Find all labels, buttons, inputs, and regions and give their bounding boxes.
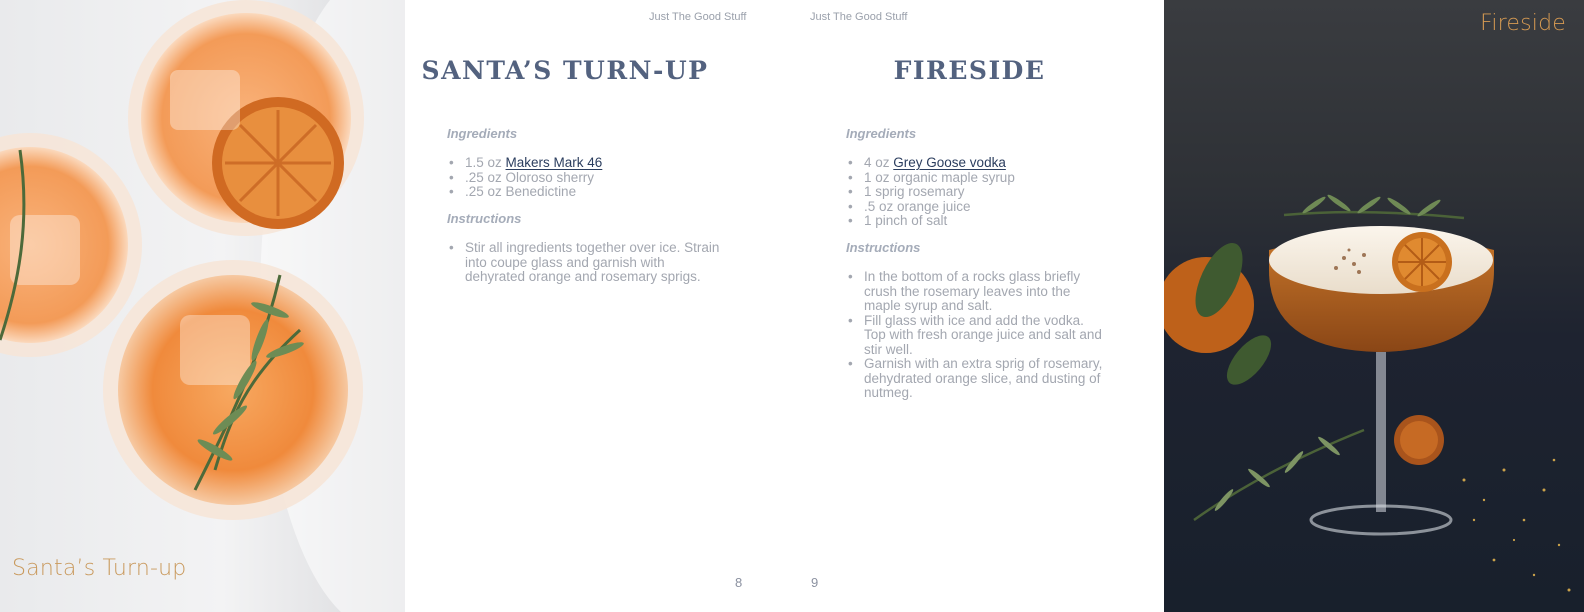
running-head: Just The Good Stuff: [810, 11, 908, 23]
photo-caption-santas-turn-up: Santa’s Turn-up: [12, 556, 187, 581]
recipe-page-fireside: Just The Good Stuff FIRESIDE Ingredients…: [785, 0, 1164, 612]
ingredient-text: 1 pinch of salt: [864, 213, 948, 228]
list-item: Fill glass with ice and add the vodka. T…: [846, 313, 1108, 358]
ingredient-text: .25 oz Oloroso sherry: [465, 169, 595, 185]
ingredients-heading: Ingredients: [846, 126, 917, 141]
ingredient-text: .5 oz orange juice: [864, 198, 971, 214]
instructions-list: Stir all ingredients together over ice. …: [447, 240, 722, 285]
list-item: 1 sprig rosemary: [846, 184, 1116, 200]
page-number: 8: [735, 575, 743, 590]
cocktail-photo-santas-turn-up: Santa’s Turn-up: [0, 0, 405, 612]
ingredient-text: 1 sprig rosemary: [864, 184, 965, 199]
list-item: Stir all ingredients together over ice. …: [447, 240, 722, 285]
list-item: 1 oz organic maple syrup: [846, 169, 1116, 186]
ingredient-amount: 4 oz: [864, 155, 894, 170]
cocktail-photo-fireside: Fireside: [1164, 0, 1584, 612]
running-head: Just The Good Stuff: [649, 11, 747, 23]
ingredients-list: 1.5 oz Makers Mark 46 .25 oz Oloroso she…: [447, 155, 717, 200]
ingredient-text: 1 oz organic maple syrup: [864, 169, 1015, 185]
list-item: .25 oz Oloroso sherry: [447, 169, 717, 186]
list-item: 1 pinch of salt: [846, 213, 1116, 229]
list-item: 4 oz Grey Goose vodka: [846, 155, 1116, 171]
list-item: .25 oz Benedictine: [447, 184, 717, 200]
ingredient-text: .25 oz Benedictine: [465, 184, 577, 199]
list-item: 1.5 oz Makers Mark 46: [447, 155, 717, 171]
page-number: 9: [811, 575, 819, 590]
list-item: In the bottom of a rocks glass briefly c…: [846, 269, 1108, 314]
list-item: .5 oz orange juice: [846, 198, 1116, 215]
instructions-heading: Instructions: [447, 211, 522, 226]
ingredient-amount: 1.5 oz: [465, 155, 506, 170]
photo-caption-fireside: Fireside: [1480, 11, 1566, 36]
recipe-page-santas-turn-up: Just The Good Stuff SANTA’S TURN-UP Ingr…: [405, 0, 785, 612]
ingredient-link-grey-goose-vodka[interactable]: Grey Goose vodka: [893, 155, 1006, 170]
ingredients-list: 4 oz Grey Goose vodka 1 oz organic maple…: [846, 155, 1116, 229]
list-item: Garnish with an extra sprig of rosemary,…: [846, 356, 1108, 401]
ingredient-link-makers-mark-46[interactable]: Makers Mark 46: [506, 155, 603, 170]
instructions-heading: Instructions: [846, 240, 921, 255]
ingredients-heading: Ingredients: [447, 126, 518, 141]
recipe-title: FIRESIDE: [893, 56, 1046, 85]
instructions-list: In the bottom of a rocks glass briefly c…: [846, 269, 1108, 401]
recipe-title: SANTA’S TURN-UP: [421, 56, 709, 85]
